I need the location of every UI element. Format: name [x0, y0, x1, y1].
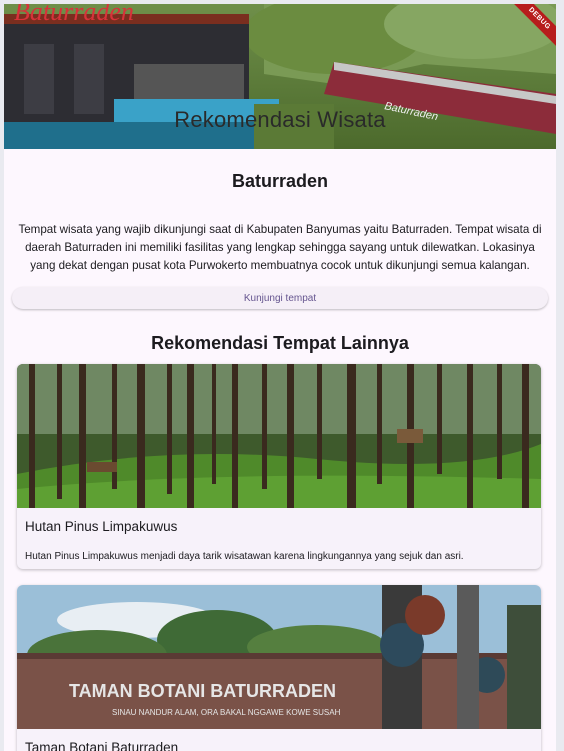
sign-text: TAMAN BOTANI BATURRADEN	[69, 681, 336, 701]
place-name: Hutan Pinus Limpakuwus	[25, 519, 178, 534]
svg-text:Baturraden: Baturraden	[14, 4, 134, 26]
pine-forest-photo	[17, 364, 541, 508]
place-description: Hutan Pinus Limpakuwus menjadi daya tari…	[25, 551, 464, 562]
place-name: Taman Botani Baturraden	[25, 740, 179, 751]
featured-description: Tempat wisata yang wajib dikunjungi saat…	[18, 223, 542, 272]
featured-title: Baturraden	[231, 171, 329, 191]
place-card[interactable]: Hutan Pinus Limpakuwus Hutan Pinus Limpa…	[17, 364, 541, 569]
page-title: Rekomendasi Wisata	[174, 107, 386, 132]
botanical-garden-photo: TAMAN BOTANI BATURRADEN SINAU NANDUR ALA…	[17, 585, 541, 729]
other-places-heading: Rekomendasi Tempat Lainnya	[151, 333, 409, 353]
sign-subtext: SINAU NANDUR ALAM, ORA BAKAL NGGAWE KOWE…	[112, 708, 341, 717]
visit-place-button[interactable]: Kunjungi tempat	[12, 287, 548, 309]
app-screen: Baturraden Baturraden Rekomendasi Wisata…	[4, 4, 556, 751]
place-card[interactable]: TAMAN BOTANI BATURRADEN SINAU NANDUR ALA…	[17, 585, 541, 751]
hero-image: Baturraden Baturraden Rekomendasi Wisata…	[4, 4, 556, 149]
